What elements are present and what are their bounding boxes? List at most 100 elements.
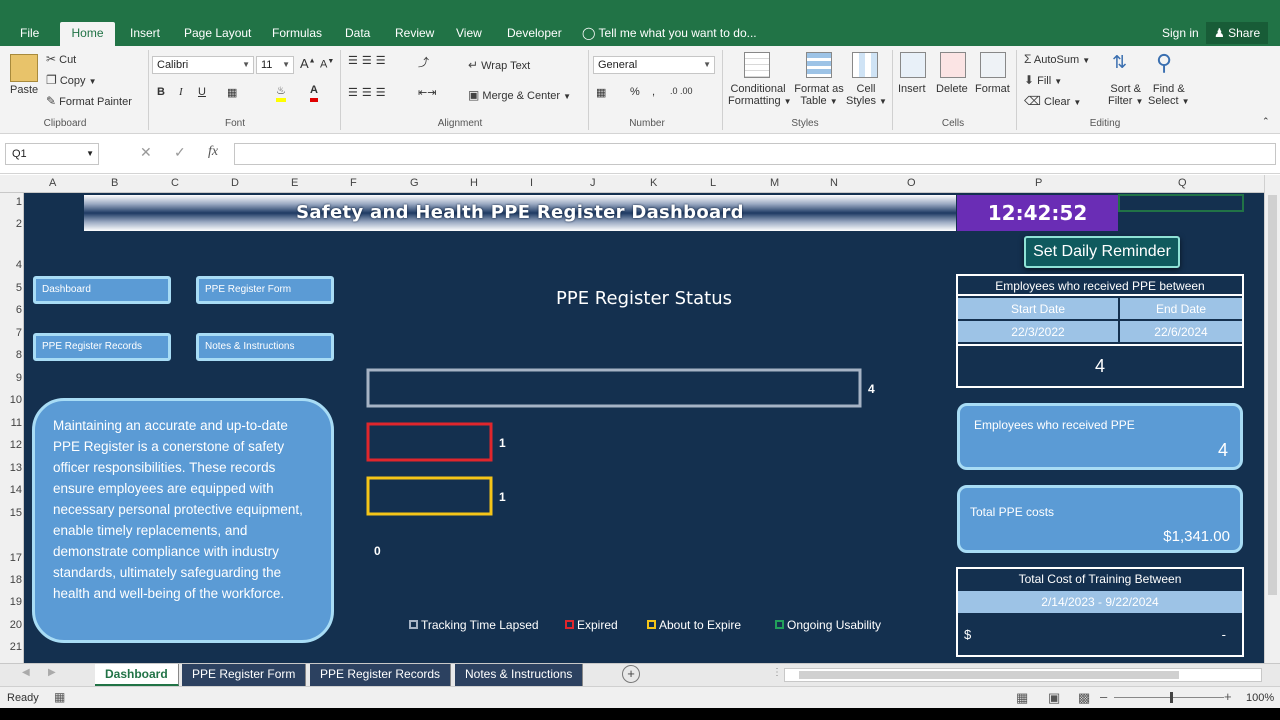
h-scroll-thumb[interactable] bbox=[799, 671, 1179, 679]
row-header[interactable]: 12 bbox=[0, 439, 22, 451]
conditional-formatting-icon[interactable] bbox=[744, 52, 770, 78]
prev-sheet-icon[interactable]: ◀ bbox=[22, 667, 30, 678]
cancel-icon[interactable]: ✕ bbox=[140, 144, 152, 161]
indent-icons[interactable]: ⇤⇥ bbox=[418, 86, 436, 99]
column-header[interactable]: L bbox=[710, 177, 716, 189]
enter-icon[interactable]: ✓ bbox=[174, 144, 186, 161]
insert-cells-icon[interactable] bbox=[900, 52, 926, 78]
zoom-in-icon[interactable]: + bbox=[1224, 689, 1232, 704]
font-size-select[interactable]: 11 ▼ bbox=[256, 56, 294, 74]
percent-icon[interactable]: % bbox=[630, 86, 640, 98]
tell-me-box[interactable]: ◯ Tell me what you want to do... bbox=[582, 22, 757, 46]
copy-button[interactable]: ❐ Copy ▼ bbox=[46, 73, 97, 87]
page-break-view-icon[interactable]: ▩ bbox=[1078, 690, 1090, 706]
name-box[interactable]: Q1 ▼ bbox=[5, 143, 99, 165]
column-header[interactable]: N bbox=[830, 177, 838, 189]
grow-font-icon[interactable]: A▲ bbox=[300, 56, 316, 71]
column-header[interactable]: C bbox=[171, 177, 179, 189]
decimal-icons[interactable]: .0 .00 bbox=[670, 86, 693, 96]
underline-icon[interactable]: U bbox=[198, 86, 206, 98]
format-table-icon[interactable] bbox=[806, 52, 832, 78]
formula-input[interactable] bbox=[234, 143, 1276, 165]
column-header[interactable]: F bbox=[350, 177, 357, 189]
comma-icon[interactable]: , bbox=[652, 86, 655, 98]
row-header[interactable]: 1 bbox=[0, 196, 22, 208]
normal-view-icon[interactable]: ▦ bbox=[1016, 690, 1028, 706]
font-name-select[interactable]: Calibri ▼ bbox=[152, 56, 254, 74]
align-top-icons[interactable]: ☰☰☰ bbox=[348, 54, 390, 67]
tab-home[interactable]: Home bbox=[60, 22, 115, 46]
cell-styles-icon[interactable] bbox=[852, 52, 878, 78]
format-painter-button[interactable]: ✎ Format Painter bbox=[46, 94, 132, 108]
row-header[interactable]: 17 bbox=[0, 552, 22, 564]
column-header[interactable]: O bbox=[907, 177, 916, 189]
zoom-slider-thumb[interactable] bbox=[1170, 692, 1173, 703]
insert-button[interactable]: Insert bbox=[898, 83, 926, 95]
row-header[interactable]: 21 bbox=[0, 641, 22, 653]
row-header[interactable]: 10 bbox=[0, 394, 22, 406]
sort-filter-button[interactable]: Sort & Filter ▼ bbox=[1108, 83, 1143, 107]
column-header[interactable]: H bbox=[470, 177, 478, 189]
row-header[interactable]: 15 bbox=[0, 507, 22, 519]
conditional-formatting-button[interactable]: Conditional Formatting ▼ bbox=[728, 83, 792, 107]
row-header[interactable]: 6 bbox=[0, 304, 22, 316]
merge-center-button[interactable]: ▣ Merge & Center ▼ bbox=[468, 88, 571, 102]
format-cells-icon[interactable] bbox=[980, 52, 1006, 78]
end-date-value[interactable]: 22/6/2024 bbox=[1120, 321, 1242, 342]
orientation-icon[interactable]: ⤴ bbox=[418, 54, 429, 70]
paste-icon[interactable] bbox=[10, 54, 38, 82]
sheet-tab-dashboard[interactable]: Dashboard bbox=[95, 664, 179, 686]
horizontal-scrollbar[interactable] bbox=[784, 668, 1262, 682]
row-header[interactable]: 20 bbox=[0, 619, 22, 631]
tab-developer[interactable]: Developer bbox=[497, 22, 572, 46]
column-header[interactable]: E bbox=[291, 177, 298, 189]
italic-icon[interactable]: I bbox=[179, 86, 183, 98]
find-select-icon[interactable]: ⚲ bbox=[1156, 50, 1172, 76]
zoom-out-icon[interactable]: – bbox=[1100, 689, 1107, 704]
sheet-tab-notes[interactable]: Notes & Instructions bbox=[455, 664, 584, 686]
font-color-icon[interactable]: A bbox=[310, 84, 318, 102]
scroll-thumb[interactable] bbox=[1268, 195, 1277, 595]
tab-view[interactable]: View bbox=[446, 22, 492, 46]
delete-button[interactable]: Delete bbox=[936, 83, 968, 95]
row-header[interactable]: 8 bbox=[0, 349, 22, 361]
tab-page-layout[interactable]: Page Layout bbox=[174, 22, 261, 46]
cut-button[interactable]: ✂ Cut bbox=[46, 52, 76, 66]
row-header[interactable]: 13 bbox=[0, 462, 22, 474]
border-icon[interactable]: ▦ bbox=[227, 86, 237, 99]
collapse-ribbon-icon[interactable]: ⌃ bbox=[1262, 116, 1270, 127]
column-header[interactable]: A bbox=[49, 177, 56, 189]
row-header[interactable]: 9 bbox=[0, 372, 22, 384]
add-sheet-icon[interactable]: + bbox=[622, 665, 640, 683]
currency-icon[interactable]: ▦ bbox=[596, 86, 606, 99]
nav-notes-button[interactable]: Notes & Instructions bbox=[196, 333, 334, 361]
row-header[interactable]: 5 bbox=[0, 282, 22, 294]
column-header[interactable]: D bbox=[231, 177, 239, 189]
start-date-value[interactable]: 22/3/2022 bbox=[958, 321, 1118, 342]
wrap-text-button[interactable]: ↵ Wrap Text bbox=[468, 58, 530, 72]
tab-insert[interactable]: Insert bbox=[120, 22, 170, 46]
column-header[interactable]: J bbox=[590, 177, 596, 189]
format-as-table-button[interactable]: Format as Table ▼ bbox=[792, 83, 846, 107]
row-header[interactable]: 7 bbox=[0, 327, 22, 339]
fill-color-icon[interactable]: ♨ bbox=[276, 84, 286, 102]
row-header[interactable]: 4 bbox=[0, 259, 22, 271]
macro-record-icon[interactable]: ▦ bbox=[54, 690, 65, 704]
column-header[interactable]: G bbox=[410, 177, 419, 189]
row-header[interactable]: 18 bbox=[0, 574, 22, 586]
shrink-font-icon[interactable]: A▼ bbox=[320, 58, 334, 71]
format-button[interactable]: Format bbox=[975, 83, 1010, 95]
delete-cells-icon[interactable] bbox=[940, 52, 966, 78]
align-left-icons[interactable]: ☰☰☰ bbox=[348, 86, 390, 99]
nav-ppe-records-button[interactable]: PPE Register Records bbox=[33, 333, 171, 361]
bold-icon[interactable]: B bbox=[157, 86, 165, 98]
row-header[interactable]: 19 bbox=[0, 596, 22, 608]
zoom-slider[interactable] bbox=[1114, 697, 1224, 698]
share-button[interactable]: ♟ Share bbox=[1206, 22, 1269, 44]
autosum-button[interactable]: Σ AutoSum ▼ bbox=[1024, 52, 1090, 66]
column-header[interactable]: I bbox=[530, 177, 533, 189]
sort-filter-icon[interactable]: ⇅ bbox=[1112, 52, 1127, 73]
sheet-tab-ppe-records[interactable]: PPE Register Records bbox=[310, 664, 452, 686]
tab-data[interactable]: Data bbox=[335, 22, 380, 46]
row-header[interactable]: 11 bbox=[0, 417, 22, 429]
